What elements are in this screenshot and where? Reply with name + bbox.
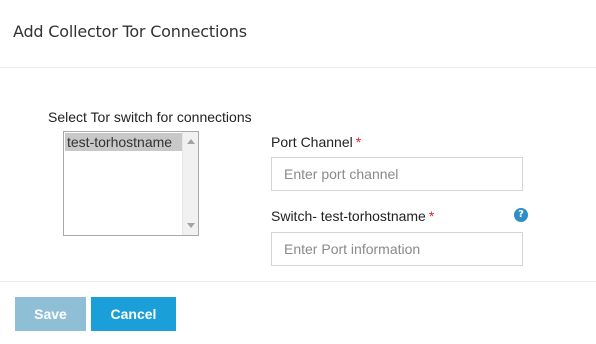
required-marker: *	[428, 208, 435, 224]
tor-switch-option-selected[interactable]: test-torhostname	[65, 133, 183, 151]
cancel-button[interactable]: Cancel	[91, 297, 176, 331]
required-marker: *	[355, 134, 362, 150]
switch-port-label-text: Switch- test-torhostname	[271, 208, 426, 224]
listbox-scrollbar[interactable]	[182, 132, 198, 235]
question-circle-icon[interactable]: ?	[514, 208, 528, 222]
port-channel-label-text: Port Channel	[271, 134, 353, 150]
switch-port-label: Switch- test-torhostname *	[271, 208, 434, 224]
dialog-title: Add Collector Tor Connections	[13, 22, 247, 41]
save-button[interactable]: Save	[15, 297, 86, 331]
scroll-down-arrow-icon[interactable]	[187, 223, 195, 228]
tor-switch-select-label: Select Tor switch for connections	[48, 109, 252, 125]
dialog-footer: Save Cancel	[0, 281, 596, 344]
port-information-input[interactable]	[271, 232, 523, 266]
tor-switch-listbox[interactable]: test-torhostname	[63, 131, 199, 236]
scroll-up-arrow-icon[interactable]	[187, 139, 195, 144]
port-channel-label: Port Channel *	[271, 134, 361, 150]
port-channel-input[interactable]	[271, 157, 523, 191]
dialog-header: Add Collector Tor Connections	[0, 0, 596, 68]
